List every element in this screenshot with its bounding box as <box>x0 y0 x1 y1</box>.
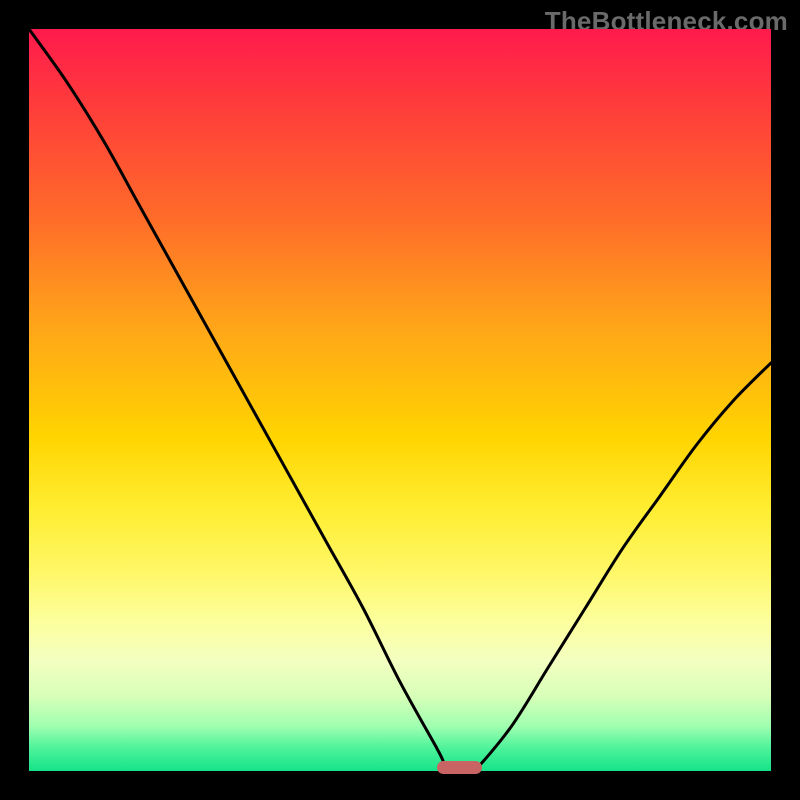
bottleneck-curve <box>29 29 771 771</box>
chart-frame: TheBottleneck.com <box>0 0 800 800</box>
plot-area <box>29 29 771 771</box>
optimal-range-marker <box>437 761 482 774</box>
